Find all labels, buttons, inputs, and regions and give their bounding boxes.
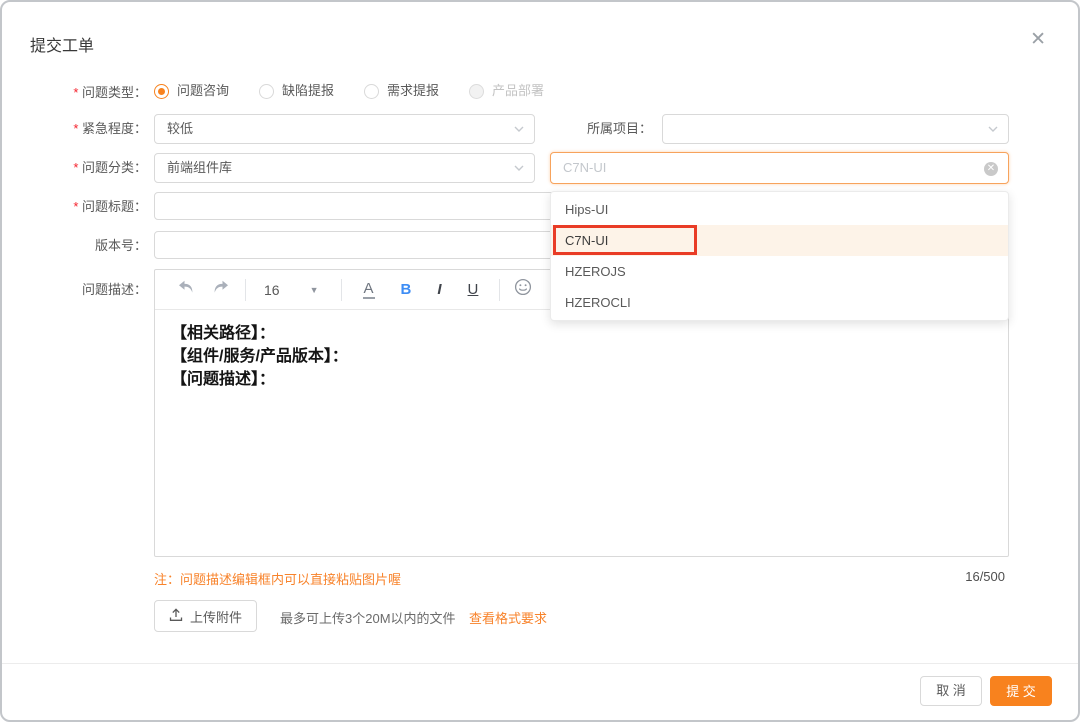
radio-issue-consult[interactable]: 问题咨询 (154, 80, 229, 102)
toolbar-divider (499, 279, 500, 301)
version-label: 版本号： (2, 235, 147, 257)
emoji-icon[interactable] (514, 278, 532, 301)
category-select[interactable]: 前端组件库 (154, 153, 535, 183)
italic-button[interactable]: I (437, 281, 441, 298)
bold-button[interactable]: B (401, 281, 412, 298)
radio-label: 缺陷提报 (282, 80, 334, 102)
editor-line: 【相关路径】： (171, 322, 992, 345)
dropdown-option-hzerojs[interactable]: HZEROJS (551, 256, 1008, 287)
urgency-select[interactable]: 较低 (154, 114, 535, 144)
upload-attachment-button[interactable]: 上传附件 (154, 600, 257, 632)
radio-defect-report[interactable]: 缺陷提报 (259, 80, 334, 102)
chevron-down-icon (513, 162, 525, 174)
editor-line: 【问题描述】： (171, 368, 992, 391)
issue-type-radio-group: 问题咨询 缺陷提报 需求提报 产品部署 (154, 80, 544, 102)
clear-icon[interactable]: ✕ (984, 162, 998, 176)
radio-icon (364, 84, 379, 99)
footer-divider (2, 663, 1078, 664)
category-value: 前端组件库 (167, 160, 232, 175)
radio-product-deploy-disabled: 产品部署 (469, 80, 544, 102)
issue-type-label: 问题类型： (2, 82, 147, 104)
font-size-selector[interactable]: 16 (264, 282, 280, 298)
close-icon[interactable]: ✕ (1030, 30, 1046, 49)
title-label: 问题标题： (2, 196, 147, 218)
char-counter: 16/500 (965, 569, 1005, 584)
project-label: 所属项目： (507, 118, 652, 140)
paste-image-note: 注：问题描述编辑框内可以直接粘贴图片喔 (154, 569, 401, 588)
upload-icon (169, 608, 183, 625)
redo-icon[interactable] (203, 280, 237, 299)
upload-button-label: 上传附件 (190, 607, 242, 626)
radio-label: 需求提报 (387, 80, 439, 102)
submit-button[interactable]: 提 交 (990, 676, 1052, 706)
project-dropdown-list: Hips-UI C7N-UI HZEROJS HZEROCLI (550, 191, 1009, 321)
category-label: 问题分类： (2, 157, 147, 179)
font-size-caret-icon[interactable]: ▼ (310, 285, 319, 295)
submit-ticket-dialog: 提交工单 ✕ 问题类型： 问题咨询 缺陷提报 需求提报 产品部署 紧急程度： 较… (0, 0, 1080, 722)
dropdown-option-c7n-ui[interactable]: C7N-UI (551, 225, 1008, 256)
underline-button[interactable]: U (468, 281, 479, 298)
toolbar-divider (245, 279, 246, 301)
editor-line: 【组件/服务/产品版本】： (171, 345, 992, 368)
project-search-input[interactable]: C7N-UI ✕ (550, 152, 1009, 184)
font-color-button[interactable]: A (363, 280, 375, 299)
radio-requirement-report[interactable]: 需求提报 (364, 80, 439, 102)
urgency-label: 紧急程度： (2, 118, 147, 140)
radio-label: 产品部署 (492, 80, 544, 102)
dialog-title: 提交工单 (30, 32, 94, 56)
radio-disabled-icon (469, 84, 484, 99)
radio-selected-icon (154, 84, 169, 99)
dropdown-option-hzerocli[interactable]: HZEROCLI (551, 287, 1008, 318)
radio-label: 问题咨询 (177, 80, 229, 102)
upload-hint: 最多可上传3个20M以内的文件 (280, 608, 456, 627)
search-placeholder: C7N-UI (563, 160, 606, 175)
description-label: 问题描述： (2, 279, 147, 301)
dropdown-option-hips-ui[interactable]: Hips-UI (551, 194, 1008, 225)
format-requirements-link[interactable]: 查看格式要求 (469, 608, 547, 627)
urgency-value: 较低 (167, 121, 193, 136)
toolbar-divider (341, 279, 342, 301)
project-select[interactable] (662, 114, 1009, 144)
editor-content[interactable]: 【相关路径】： 【组件/服务/产品版本】： 【问题描述】： (155, 310, 1008, 403)
undo-icon[interactable] (169, 280, 203, 299)
radio-icon (259, 84, 274, 99)
chevron-down-icon (987, 123, 999, 135)
cancel-button[interactable]: 取 消 (920, 676, 982, 706)
